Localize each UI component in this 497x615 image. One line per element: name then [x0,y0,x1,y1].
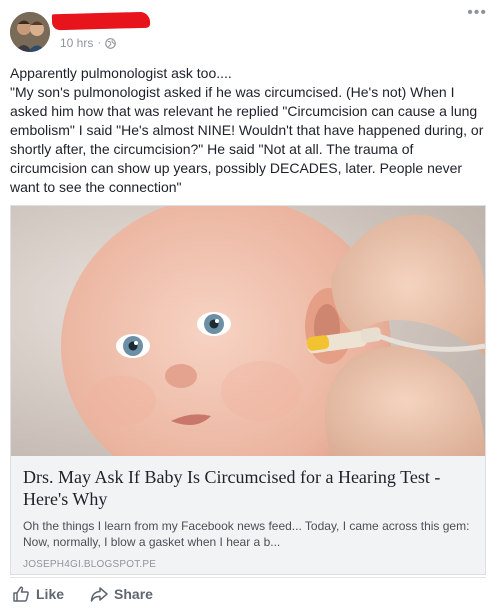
post-text-line: "My son's pulmonologist asked if he was … [10,84,484,195]
redacted-author-name [51,11,151,31]
timestamp[interactable]: 10 hrs [60,36,93,50]
link-description: Oh the things I learn from my Facebook n… [23,519,470,549]
post-text: Apparently pulmonologist ask too.... "My… [10,64,490,197]
share-arrow-icon [90,587,108,602]
like-label: Like [36,586,65,602]
thumbs-up-icon [13,586,29,602]
post-meta: 10 hrs · [60,36,116,50]
share-button[interactable]: Share [90,585,153,603]
post-actions: Like Share [12,585,153,603]
link-preview-card[interactable]: Drs. May Ask If Baby Is Circumcised for … [10,205,486,575]
share-label: Share [114,586,153,602]
meta-separator: · [97,37,102,49]
link-domain: JOSEPH4GI.BLOGSPOT.PE [23,559,157,570]
globe-icon [105,37,116,49]
link-preview-body[interactable]: Drs. May Ask If Baby Is Circumcised for … [11,456,485,574]
action-divider [10,577,486,578]
link-title[interactable]: Drs. May Ask If Baby Is Circumcised for … [23,466,473,510]
avatar[interactable] [10,12,50,52]
like-button[interactable]: Like [12,585,64,603]
post-text-line: Apparently pulmonologist ask too.... [10,65,232,81]
link-preview-image[interactable] [11,206,485,456]
facebook-post: 10 hrs · ••• Apparently pulmonologist as… [0,0,497,615]
more-options-icon[interactable]: ••• [467,5,487,21]
